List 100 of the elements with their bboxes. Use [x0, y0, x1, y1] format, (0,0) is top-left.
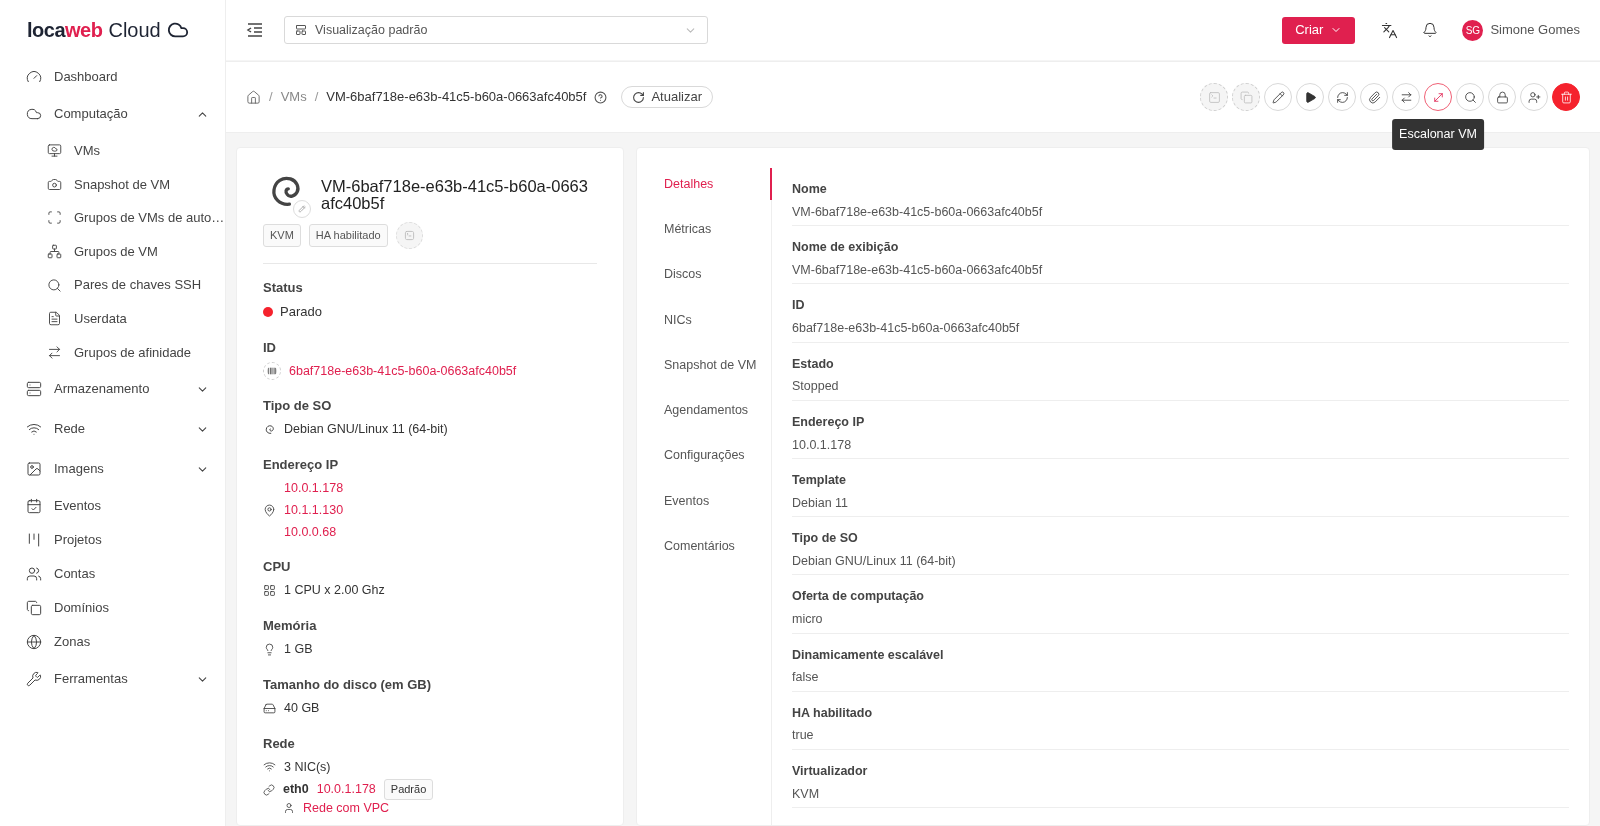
refresh-icon	[632, 90, 646, 104]
id-link[interactable]: 6baf718e-e63b-41c5-b60a-0663afc40b5f	[289, 361, 517, 381]
delete-button[interactable]	[1552, 83, 1580, 111]
menu-icon	[26, 532, 42, 549]
start-button[interactable]	[1296, 83, 1324, 111]
view-select[interactable]: Visualização padrão	[284, 16, 708, 44]
sidebar-subitem[interactable]: Userdata	[0, 301, 225, 336]
wifi-icon	[263, 760, 276, 774]
ip-link[interactable]: 10.0.1.178	[316, 780, 376, 799]
tab[interactable]: Comentários	[637, 530, 771, 563]
submenu-icon	[47, 244, 62, 260]
breadcrumb-link[interactable]: VMs	[280, 87, 307, 107]
terminal-icon	[1207, 90, 1221, 104]
tab[interactable]: Discos	[637, 258, 771, 291]
spec-text: 1 GB	[284, 641, 313, 658]
sidebar-subitem[interactable]: Snapshot de VM	[0, 167, 225, 202]
scale-button[interactable]	[1424, 83, 1452, 111]
sidebar-item[interactable]: Zonas	[0, 625, 225, 660]
sidebar-subitem[interactable]: Pares de chaves SSH	[0, 268, 225, 302]
location-pin-icon	[263, 503, 276, 517]
tab[interactable]: Eventos	[637, 485, 771, 518]
ip-link[interactable]: 10.0.1.178	[284, 479, 344, 498]
ip-link[interactable]: 10.1.1.130	[284, 500, 344, 520]
detail-value: VM-6baf718e-e63b-41c5-b60a-0663afc40b5f	[792, 261, 1044, 279]
sidebar-item[interactable]: Dashboard	[0, 60, 225, 94]
sidebar-item[interactable]: Computação	[0, 94, 225, 134]
sidebar-item[interactable]: Contas	[0, 557, 225, 592]
tab[interactable]: Snapshot de VM	[637, 349, 771, 382]
detail-label: Tipo de SO	[792, 530, 859, 548]
detail-label: Endereço IP	[792, 413, 866, 431]
submenu-icon	[47, 176, 62, 192]
submenu-icon	[47, 311, 62, 327]
detail-label: ID	[792, 297, 806, 315]
detail-label: Template	[792, 471, 847, 489]
link-icon	[263, 783, 275, 796]
ip-link[interactable]: 10.0.0.68	[284, 522, 344, 542]
pencil-icon	[1271, 90, 1285, 104]
menu-icon	[26, 421, 42, 438]
detail-label: Nome de exibição	[792, 239, 900, 257]
home-icon[interactable]	[246, 89, 261, 105]
trash-icon	[1559, 90, 1573, 104]
detail-label: Dinamicamente escalável	[792, 646, 945, 664]
attach-button[interactable]	[1360, 83, 1388, 111]
sidebar-item[interactable]: Armazenamento	[0, 369, 225, 410]
menu-icon	[26, 381, 42, 398]
tab[interactable]: Métricas	[637, 213, 771, 246]
sidebar-subitem[interactable]: Grupos de VM	[0, 234, 225, 269]
detail-value: Debian 11	[792, 494, 850, 512]
section-label: Memória	[263, 618, 318, 634]
sidebar-item[interactable]: Projetos	[0, 523, 225, 558]
sidebar-item[interactable]: Rede	[0, 409, 225, 450]
detail-label: Estado	[792, 355, 835, 373]
menu-icon	[26, 566, 42, 583]
tab[interactable]: NICs	[637, 303, 771, 336]
swap-arrows-icon	[1399, 90, 1413, 104]
lock-button[interactable]	[1488, 83, 1516, 111]
breadcrumb-separator: /	[314, 88, 319, 107]
tab[interactable]: Configurações	[637, 439, 771, 472]
sidebar-item[interactable]: Imagens	[0, 449, 225, 490]
detail-value: false	[792, 669, 820, 687]
detail-label: Nome	[792, 181, 828, 198]
sidebar-item[interactable]: Ferramentas	[0, 659, 225, 700]
menu-icon	[26, 461, 42, 478]
grid-icon	[263, 584, 276, 598]
sidebar-subitem[interactable]: Grupos de VMs de auto…	[0, 201, 225, 235]
create-button[interactable]: Criar	[1282, 16, 1356, 44]
menu-icon	[26, 671, 42, 688]
detail-value: 10.0.1.178	[792, 436, 853, 454]
reinstall-button[interactable]	[1328, 83, 1356, 111]
help-icon[interactable]	[594, 90, 608, 104]
nic-count: 3 NIC(s)	[284, 758, 331, 776]
edit-button[interactable]	[1264, 83, 1292, 111]
menu-icon	[26, 600, 42, 617]
detail-value: micro	[792, 611, 824, 629]
user-button[interactable]	[1520, 83, 1548, 111]
paperclip-icon	[1367, 90, 1381, 104]
section-label: CPU	[263, 559, 292, 576]
sidebar-item[interactable]: Eventos	[0, 489, 225, 524]
network-link[interactable]: Rede com VPC	[303, 800, 390, 816]
sidebar-item[interactable]: Domínios	[0, 591, 225, 626]
translate-icon[interactable]	[1381, 21, 1399, 39]
tab[interactable]: Detalhes	[637, 168, 772, 200]
section-label: Rede	[263, 735, 296, 752]
breadcrumb-current: VM-6baf718e-e63b-41c5-b60a-0663afc40b5f	[326, 88, 587, 107]
notifications-icon[interactable]	[1422, 22, 1439, 38]
tab[interactable]: Agendamentos	[637, 394, 771, 427]
menu-icon	[26, 106, 42, 122]
search-button[interactable]	[1456, 83, 1484, 111]
user-avatar[interactable]: SG	[1462, 19, 1484, 41]
sidebar-subitem[interactable]: Grupos de afinidade	[0, 335, 225, 370]
detail-value: VM-6baf718e-e63b-41c5-b60a-0663afc40b5f	[792, 203, 1044, 221]
migrate-button[interactable]	[1392, 83, 1420, 111]
sidebar-subitem[interactable]: VMs	[0, 134, 225, 168]
user-icon	[283, 802, 295, 815]
collapse-menu-icon[interactable]	[246, 21, 264, 39]
menu-icon	[26, 498, 42, 515]
swirl-logo-icon	[263, 423, 276, 437]
user-name[interactable]: Simone Gomes	[1490, 20, 1580, 40]
detail-value: 6baf718e-e63b-41c5-b60a-0663afc40b5f	[792, 320, 1021, 338]
breadcrumb-separator: /	[269, 88, 273, 107]
